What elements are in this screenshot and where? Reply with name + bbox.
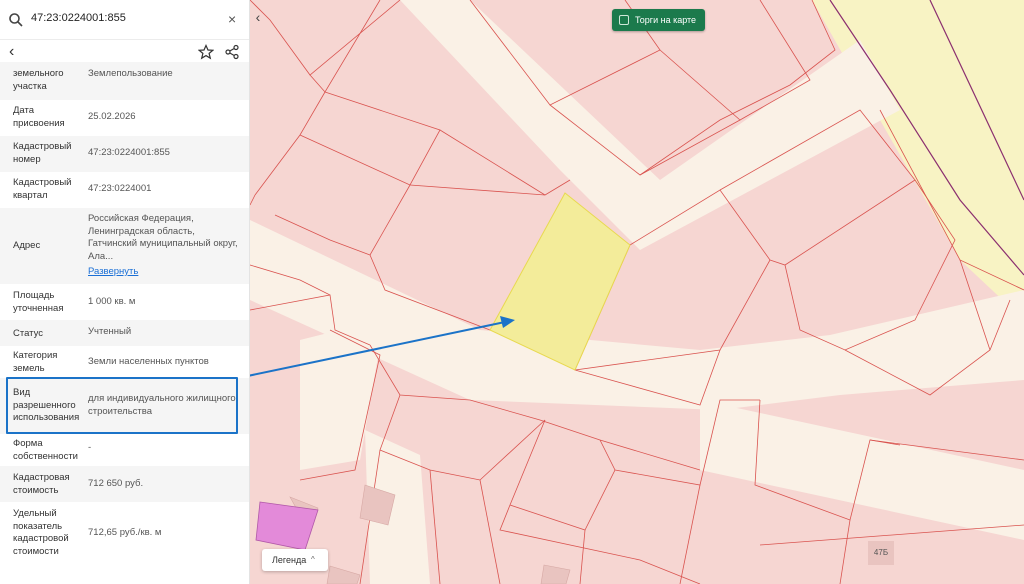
checkbox-icon[interactable] xyxy=(619,15,629,25)
field-label: Удельный показатель кадастровой стоимост… xyxy=(13,508,69,557)
clear-search-icon[interactable]: × xyxy=(228,12,236,26)
info-panel: 47:23:0224001:855 × ‹ земельного участка… xyxy=(0,0,250,584)
field-label: Кадастровый квартал xyxy=(13,177,72,201)
chevron-up-icon: ^ xyxy=(311,555,315,564)
field-value: - xyxy=(88,442,92,453)
field-row: Адрес Российская Федерация, Ленинградска… xyxy=(0,208,249,284)
field-row: земельного участка Землепользование xyxy=(0,62,249,100)
field-label: Кадастровая стоимость xyxy=(13,472,70,496)
field-value: Землепользование xyxy=(88,68,173,79)
back-button[interactable]: ‹ xyxy=(9,44,14,60)
field-value: 712,65 руб./кв. м xyxy=(88,527,162,538)
share-icon[interactable] xyxy=(224,44,240,60)
field-value: 712 650 руб. xyxy=(88,478,144,489)
field-value: Российская Федерация, Ленинградская обла… xyxy=(88,213,238,262)
search-input[interactable]: 47:23:0224001:855 xyxy=(31,12,126,24)
field-row: Категория земель Земли населенных пункто… xyxy=(0,346,249,378)
field-label: Кадастровый номер xyxy=(13,141,72,165)
field-label: Адрес xyxy=(13,240,41,251)
field-row: Дата присвоения 25.02.2026 xyxy=(0,100,249,136)
field-value: 47:23:0224001 xyxy=(88,183,152,194)
torgi-label: Торги на карте xyxy=(635,15,697,25)
search-icon xyxy=(9,13,23,27)
torgi-toggle[interactable]: Торги на карте xyxy=(612,9,705,31)
field-label: Площадь уточненная xyxy=(13,290,64,314)
field-row: Форма собственности - xyxy=(0,434,249,466)
annotation-highlight-box xyxy=(6,377,238,434)
app-window: 47Б ‹ Торги на карте Легенда ^ 47:23:022… xyxy=(0,0,1024,584)
field-row: Удельный показатель кадастровой стоимост… xyxy=(0,502,249,562)
star-icon[interactable] xyxy=(198,44,214,60)
field-label: Статус xyxy=(13,328,44,339)
field-label: Категория земель xyxy=(13,350,58,374)
field-row: Статус Учтенный xyxy=(0,320,249,346)
expand-address-link[interactable]: Развернуть xyxy=(88,266,238,279)
field-value: 47:23:0224001:855 xyxy=(88,147,170,158)
field-value: Учтенный xyxy=(88,326,132,337)
field-row: Кадастровая стоимость 712 650 руб. xyxy=(0,466,249,502)
search-bar[interactable]: 47:23:0224001:855 × xyxy=(0,0,249,40)
field-value: Земли населенных пунктов xyxy=(88,356,209,367)
legend-button[interactable]: Легенда ^ xyxy=(262,549,328,571)
field-row: Кадастровый квартал 47:23:0224001 xyxy=(0,172,249,208)
field-label: Форма собственности xyxy=(13,438,78,462)
collapse-panel-button[interactable]: ‹ xyxy=(251,6,265,30)
field-label: Дата присвоения xyxy=(13,105,65,129)
field-value: 25.02.2026 xyxy=(88,111,136,122)
legend-label: Легенда xyxy=(272,555,307,565)
field-value: 1 000 кв. м xyxy=(88,296,136,307)
field-label: земельного участка xyxy=(13,68,64,92)
field-row: Кадастровый номер 47:23:0224001:855 xyxy=(0,136,249,172)
field-row: Площадь уточненная 1 000 кв. м xyxy=(0,284,249,320)
building-number-label: 47Б xyxy=(868,541,894,565)
